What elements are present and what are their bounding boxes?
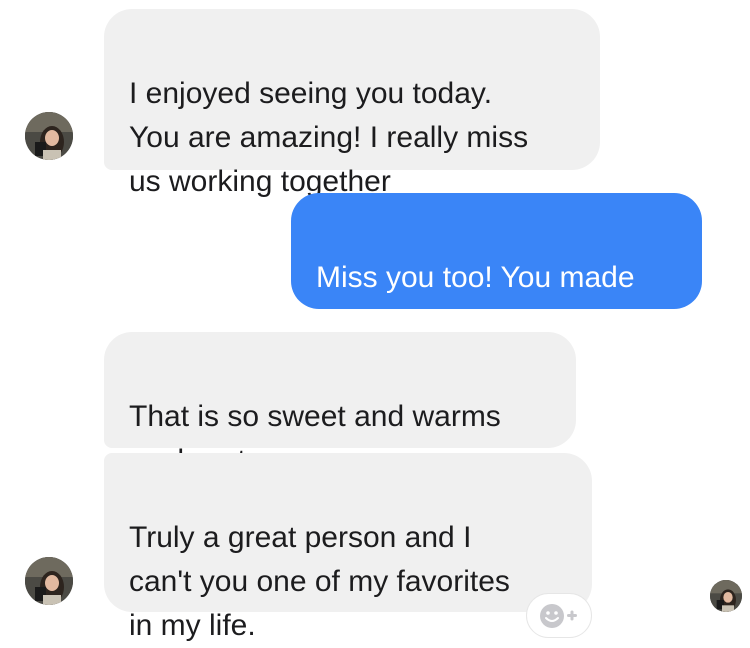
outgoing-message-bubble[interactable]: Miss you too! You made working more fun <box>291 193 702 338</box>
contact-photo <box>25 557 73 605</box>
message-text: Truly a great person and I can't you one… <box>129 521 510 642</box>
add-reaction-icon <box>540 603 577 628</box>
read-receipt-photo <box>710 580 742 612</box>
incoming-message-bubble[interactable]: That is so sweet and warms my heart. <box>104 332 576 477</box>
incoming-message-bubble[interactable]: I enjoyed seeing you today. You are amaz… <box>104 9 600 198</box>
contact-avatar[interactable] <box>25 112 73 160</box>
message-text: I enjoyed seeing you today. You are amaz… <box>129 77 529 198</box>
incoming-message-bubble[interactable]: Truly a great person and I can't you one… <box>104 453 592 642</box>
contact-photo <box>25 112 73 160</box>
read-receipt-avatar <box>710 580 742 612</box>
message-text: Miss you too! You made working more fun <box>316 261 635 338</box>
contact-avatar[interactable] <box>25 557 73 605</box>
add-reaction-button[interactable] <box>526 593 592 638</box>
